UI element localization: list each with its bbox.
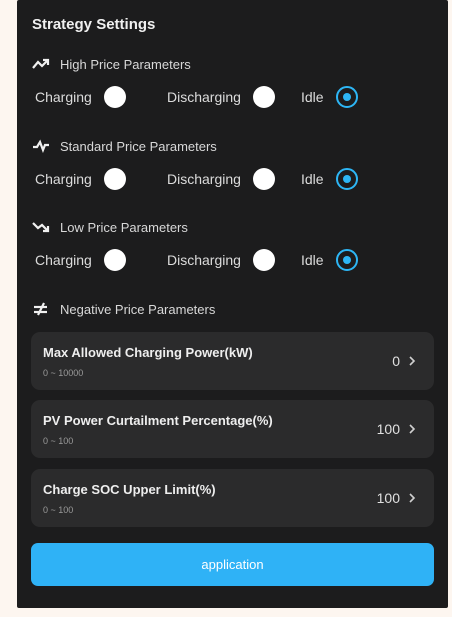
- setting-range: 0 ~ 100: [43, 436, 74, 446]
- section-low-price: Low Price Parameters: [32, 218, 188, 236]
- option-idle[interactable]: Idle: [301, 249, 358, 271]
- option-label: Discharging: [167, 171, 241, 187]
- section-label: Low Price Parameters: [60, 219, 188, 235]
- option-discharging[interactable]: Discharging: [167, 249, 275, 271]
- option-charging[interactable]: Charging: [35, 249, 126, 271]
- radio-idle[interactable]: [335, 86, 358, 108]
- setting-range: 0 ~ 10000: [43, 368, 84, 378]
- radio-charging[interactable]: [103, 249, 126, 271]
- setting-value: 0: [392, 353, 400, 369]
- option-discharging[interactable]: Discharging: [167, 168, 275, 190]
- standard-price-options: Charging Discharging Idle: [17, 166, 448, 192]
- option-label: Idle: [301, 89, 324, 105]
- section-negative-price: Negative Price Parameters: [32, 300, 215, 318]
- trend-down-icon: [32, 222, 50, 233]
- trend-up-icon: [32, 58, 50, 69]
- option-idle[interactable]: Idle: [301, 86, 358, 108]
- pulse-icon: [33, 139, 49, 153]
- chevron-right-icon: [409, 424, 416, 434]
- radio-idle[interactable]: [335, 249, 358, 271]
- option-label: Charging: [35, 89, 92, 105]
- low-price-options: Charging Discharging Idle: [17, 247, 448, 273]
- setting-value: 100: [376, 421, 400, 437]
- option-label: Discharging: [167, 89, 241, 105]
- section-standard-price: Standard Price Parameters: [32, 137, 217, 155]
- setting-pv-curtailment[interactable]: PV Power Curtailment Percentage(%) 0 ~ 1…: [31, 400, 434, 458]
- setting-label: Max Allowed Charging Power(kW): [43, 345, 253, 360]
- option-label: Charging: [35, 252, 92, 268]
- page-title: Strategy Settings: [32, 16, 156, 33]
- option-label: Idle: [301, 252, 324, 268]
- option-discharging[interactable]: Discharging: [167, 86, 275, 108]
- radio-idle[interactable]: [335, 168, 358, 190]
- radio-discharging[interactable]: [252, 168, 275, 190]
- setting-label: PV Power Curtailment Percentage(%): [43, 413, 273, 428]
- chevron-right-icon: [409, 356, 416, 366]
- radio-charging[interactable]: [103, 168, 126, 190]
- section-high-price: High Price Parameters: [32, 55, 191, 73]
- radio-discharging[interactable]: [252, 249, 275, 271]
- not-equal-icon: [34, 302, 47, 316]
- setting-label: Charge SOC Upper Limit(%): [43, 482, 216, 497]
- high-price-options: Charging Discharging Idle: [17, 84, 448, 110]
- setting-range: 0 ~ 100: [43, 505, 74, 515]
- section-label: High Price Parameters: [60, 56, 191, 72]
- option-label: Discharging: [167, 252, 241, 268]
- radio-discharging[interactable]: [252, 86, 275, 108]
- radio-charging[interactable]: [103, 86, 126, 108]
- setting-max-charging-power[interactable]: Max Allowed Charging Power(kW) 0 ~ 10000…: [31, 332, 434, 390]
- option-charging[interactable]: Charging: [35, 168, 126, 190]
- option-idle[interactable]: Idle: [301, 168, 358, 190]
- setting-value: 100: [376, 490, 400, 506]
- section-label: Standard Price Parameters: [60, 138, 217, 154]
- setting-soc-upper-limit[interactable]: Charge SOC Upper Limit(%) 0 ~ 100 100: [31, 469, 434, 527]
- section-label: Negative Price Parameters: [60, 301, 216, 317]
- option-charging[interactable]: Charging: [35, 86, 126, 108]
- option-label: Charging: [35, 171, 92, 187]
- chevron-right-icon: [409, 493, 416, 503]
- application-button[interactable]: application: [31, 543, 434, 586]
- option-label: Idle: [301, 171, 324, 187]
- strategy-settings-panel: Strategy Settings High Price Parameters …: [17, 0, 448, 608]
